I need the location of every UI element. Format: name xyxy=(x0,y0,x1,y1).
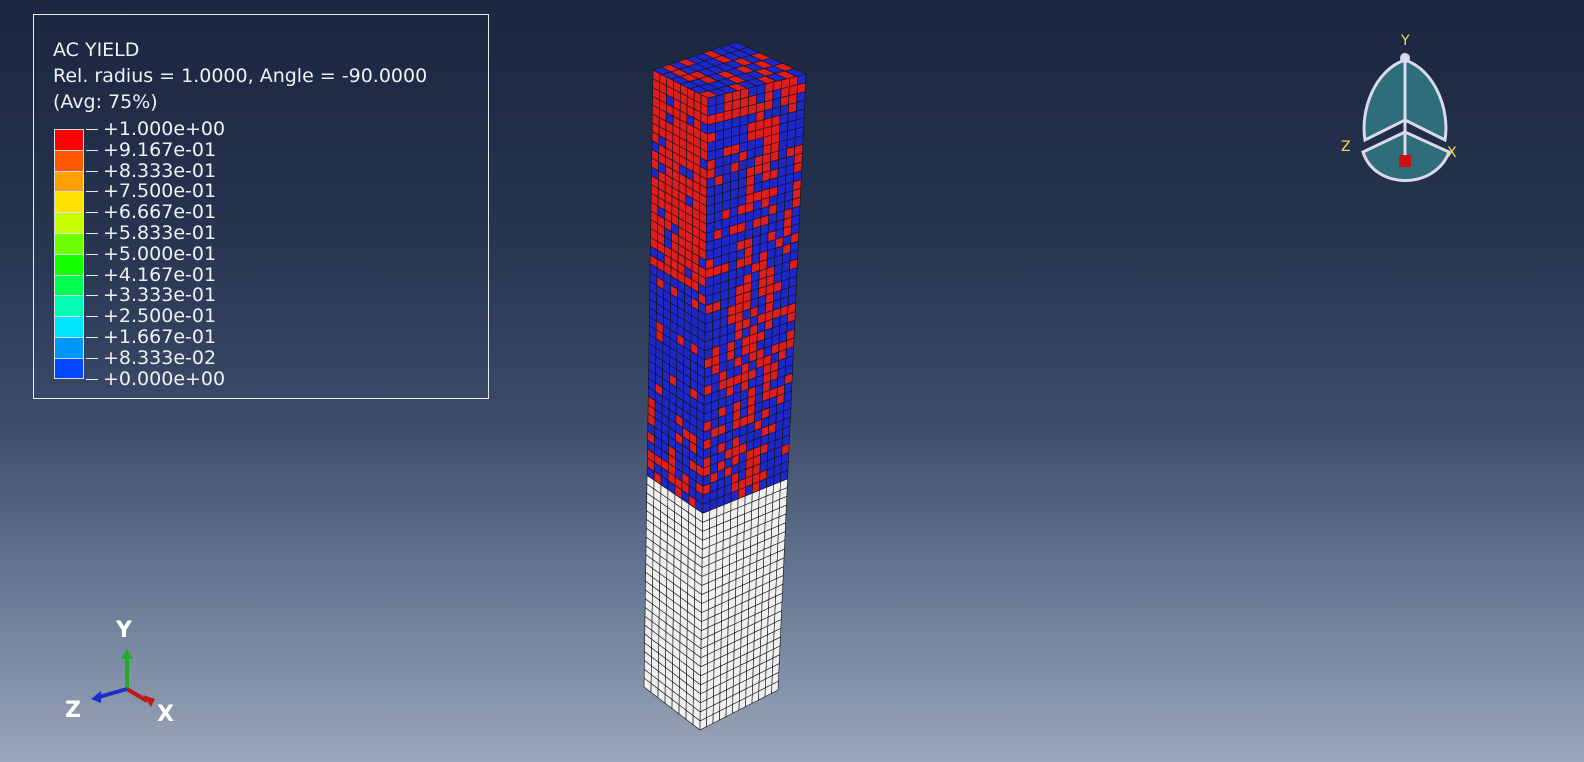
view-triad-left-face[interactable] xyxy=(1362,57,1407,143)
view-cube-triad[interactable]: Y X Z xyxy=(1335,30,1465,195)
z-axis-label: Z xyxy=(65,698,81,723)
view-triad-z-label: Z xyxy=(1341,139,1351,155)
view-triad-right-face[interactable] xyxy=(1403,57,1448,143)
y-axis-arrowhead xyxy=(121,649,133,659)
view-triad-y-label: Y xyxy=(1400,33,1410,49)
view-triad-x-label: X xyxy=(1447,145,1457,161)
column-right-face xyxy=(699,73,807,731)
viewport[interactable]: AC YIELD Rel. radius = 1.0000, Angle = -… xyxy=(0,0,1584,762)
x-axis-label: X xyxy=(157,702,174,725)
z-axis-arrowhead xyxy=(91,691,101,703)
view-triad-origin[interactable] xyxy=(1399,155,1411,167)
x-axis-arrow xyxy=(125,687,149,703)
z-axis-arrow xyxy=(98,687,128,699)
global-axis-triad: Y X Z xyxy=(65,618,174,725)
column-left-face xyxy=(643,69,709,731)
y-axis-label: Y xyxy=(115,618,133,643)
view-triad-y-knob[interactable] xyxy=(1400,53,1410,63)
